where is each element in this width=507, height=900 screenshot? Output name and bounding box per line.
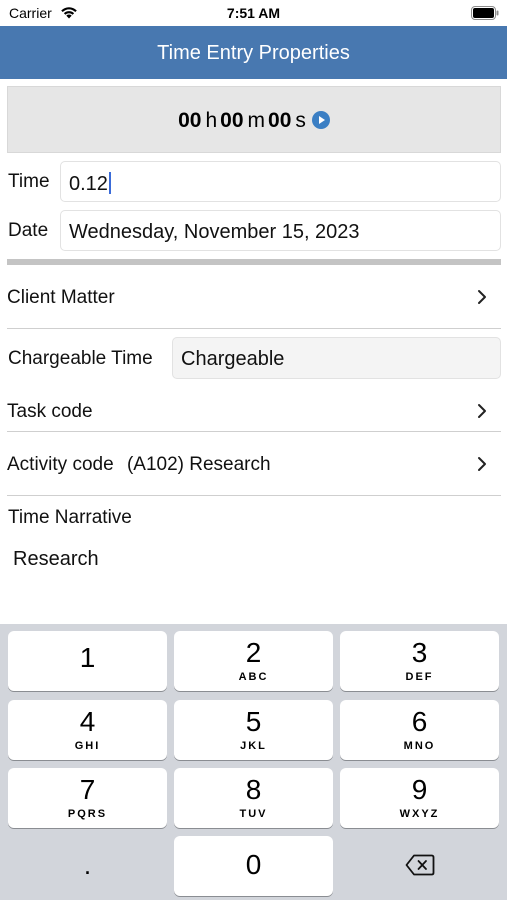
timer-minutes-unit: m xyxy=(247,109,266,132)
numeric-keyboard: 1 2 ABC 3 DEF 4 GHI 5 JKL 6 MNO 7 PQRS 8 TUV 9 W… xyxy=(0,624,507,900)
key-digit: 4 xyxy=(79,706,96,737)
key-0[interactable]: 0 xyxy=(174,836,333,896)
time-narrative-value: Research xyxy=(13,548,99,570)
key-letters: WXYZ xyxy=(399,808,440,820)
task-code-label: Task code xyxy=(7,401,93,422)
chargeable-select[interactable]: Chargeable xyxy=(172,337,501,379)
key-digit: 6 xyxy=(411,706,428,737)
key-letters: MNO xyxy=(403,740,436,752)
key-8[interactable]: 8 TUV xyxy=(174,768,333,828)
key-7[interactable]: 7 PQRS xyxy=(8,768,167,828)
divider xyxy=(7,328,501,329)
key-2[interactable]: 2 ABC xyxy=(174,631,333,691)
time-narrative-textarea[interactable]: Research xyxy=(13,548,501,618)
status-time: 7:51 AM xyxy=(226,5,281,21)
timer-hours-unit: h xyxy=(205,109,218,132)
date-input-value: Wednesday, November 15, 2023 xyxy=(69,221,360,243)
key-digit: 8 xyxy=(245,774,262,805)
key-digit: 1 xyxy=(79,642,96,673)
key-digit: 2 xyxy=(245,637,262,668)
nav-bar: Time Entry Properties xyxy=(0,26,507,79)
divider xyxy=(7,431,501,432)
divider xyxy=(7,495,501,496)
activity-code-value: (A102) Research xyxy=(126,454,271,475)
date-label: Date xyxy=(8,220,49,241)
page-title: Time Entry Properties xyxy=(157,42,350,64)
key-letters: JKL xyxy=(240,740,267,752)
time-input[interactable]: 0.12 xyxy=(60,161,501,202)
timer-hours: 00 xyxy=(178,109,202,132)
task-code-row[interactable]: Task code xyxy=(7,401,501,427)
backspace-icon xyxy=(405,854,434,876)
chargeable-label: Chargeable Time xyxy=(8,348,153,369)
key-digit: 5 xyxy=(245,706,262,737)
client-matter-label: Client Matter xyxy=(7,287,115,308)
section-divider xyxy=(7,259,501,265)
key-9[interactable]: 9 WXYZ xyxy=(340,768,499,828)
key-digit: 9 xyxy=(411,774,428,805)
key-6[interactable]: 6 MNO xyxy=(340,700,499,760)
key-delete[interactable] xyxy=(340,836,499,896)
activity-code-row[interactable]: Activity code (A102) Research xyxy=(7,454,501,480)
status-bar: Carrier 7:51 AM xyxy=(0,0,507,26)
activity-code-label: Activity code xyxy=(7,454,114,475)
key-decimal[interactable]: . xyxy=(8,836,167,896)
key-digit: . xyxy=(83,850,92,880)
key-letters: DEF xyxy=(405,671,434,683)
chargeable-value: Chargeable xyxy=(181,348,285,370)
date-input[interactable]: Wednesday, November 15, 2023 xyxy=(60,210,501,251)
key-letters: PQRS xyxy=(67,808,108,820)
key-1[interactable]: 1 xyxy=(8,631,167,691)
key-digit: 7 xyxy=(79,774,96,805)
timer-seconds-unit: s xyxy=(295,109,306,132)
timer-display: 00 h 00 m 00 s xyxy=(7,86,501,153)
key-4[interactable]: 4 GHI xyxy=(8,700,167,760)
chevron-right-icon xyxy=(478,457,486,471)
battery-icon xyxy=(471,6,499,20)
key-digit: 3 xyxy=(411,637,428,668)
time-input-value: 0.12 xyxy=(69,173,108,195)
timer-seconds: 00 xyxy=(268,109,292,132)
key-letters: GHI xyxy=(74,740,101,752)
key-letters: TUV xyxy=(239,808,268,820)
client-matter-row[interactable]: Client Matter xyxy=(7,287,501,313)
play-icon[interactable] xyxy=(311,111,330,129)
key-5[interactable]: 5 JKL xyxy=(174,700,333,760)
timer-minutes: 00 xyxy=(220,109,244,132)
time-narrative-label: Time Narrative xyxy=(8,507,132,528)
text-cursor xyxy=(108,172,111,194)
key-3[interactable]: 3 DEF xyxy=(340,631,499,691)
chevron-right-icon xyxy=(478,290,486,304)
chevron-right-icon xyxy=(478,404,486,418)
key-digit: 0 xyxy=(245,849,262,880)
time-label: Time xyxy=(8,171,50,192)
key-letters: ABC xyxy=(238,671,269,683)
